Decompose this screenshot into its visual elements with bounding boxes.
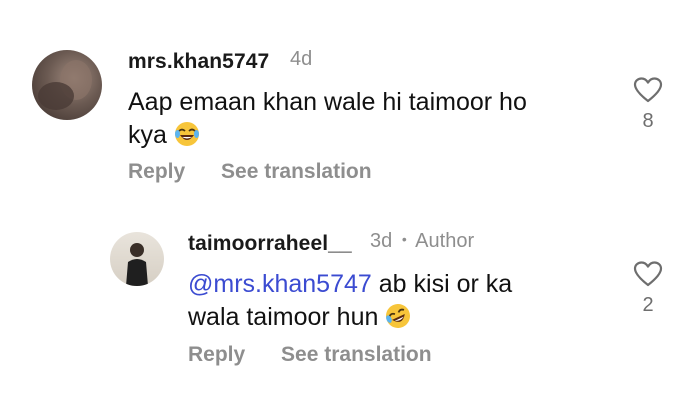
comment-username[interactable]: mrs.khan5747: [128, 50, 269, 74]
reply-username[interactable]: taimoorraheel__: [188, 232, 352, 256]
like-column: 8: [628, 74, 668, 133]
meta-separator: •: [401, 231, 407, 247]
comment-timestamp: 4d: [290, 48, 313, 70]
comment-text-word: kya: [128, 121, 167, 149]
comment-text-line-1: Aap emaan khan wale hi taimoor ho: [128, 88, 527, 116]
reply-button[interactable]: Reply: [128, 160, 185, 183]
see-translation-button[interactable]: See translation: [221, 160, 372, 183]
comment-actions: Reply See translation: [128, 160, 372, 184]
avatar-photo: [38, 60, 92, 110]
heart-icon[interactable]: [632, 258, 664, 290]
reply-actions: Reply See translation: [188, 343, 432, 367]
avatar[interactable]: [32, 50, 102, 120]
avatar-photo: [126, 243, 148, 286]
comment-text-line-2: kya: [128, 119, 608, 152]
heart-icon[interactable]: [632, 74, 664, 106]
like-count: 2: [642, 294, 654, 316]
reply-timestamp: 3d: [370, 230, 393, 252]
reply-meta: 3d • Author: [370, 230, 474, 253]
rolling-laughing-emoji: [386, 304, 411, 328]
see-translation-button[interactable]: See translation: [281, 343, 432, 366]
mention-link[interactable]: @mrs.khan5747: [188, 270, 372, 298]
like-count: 8: [642, 110, 654, 132]
laughing-tears-emoji: [174, 122, 199, 146]
author-badge: Author: [415, 230, 475, 252]
comment-text: Aap emaan khan wale hi taimoor ho kya: [128, 86, 608, 152]
reply-text-words: wala taimoor hun: [188, 303, 379, 331]
like-column: 2: [628, 258, 668, 317]
reply-text-line-1: @mrs.khan5747 ab kisi or ka: [188, 268, 628, 301]
reply-text-line-2: wala taimoor hun: [188, 301, 628, 334]
reply-text-rest: ab kisi or ka: [371, 270, 513, 298]
reply-button[interactable]: Reply: [188, 343, 245, 366]
avatar[interactable]: [110, 232, 164, 286]
reply-text: @mrs.khan5747 ab kisi or ka wala taimoor…: [188, 268, 628, 334]
previous-row-actions-fragment: [128, 0, 192, 4]
